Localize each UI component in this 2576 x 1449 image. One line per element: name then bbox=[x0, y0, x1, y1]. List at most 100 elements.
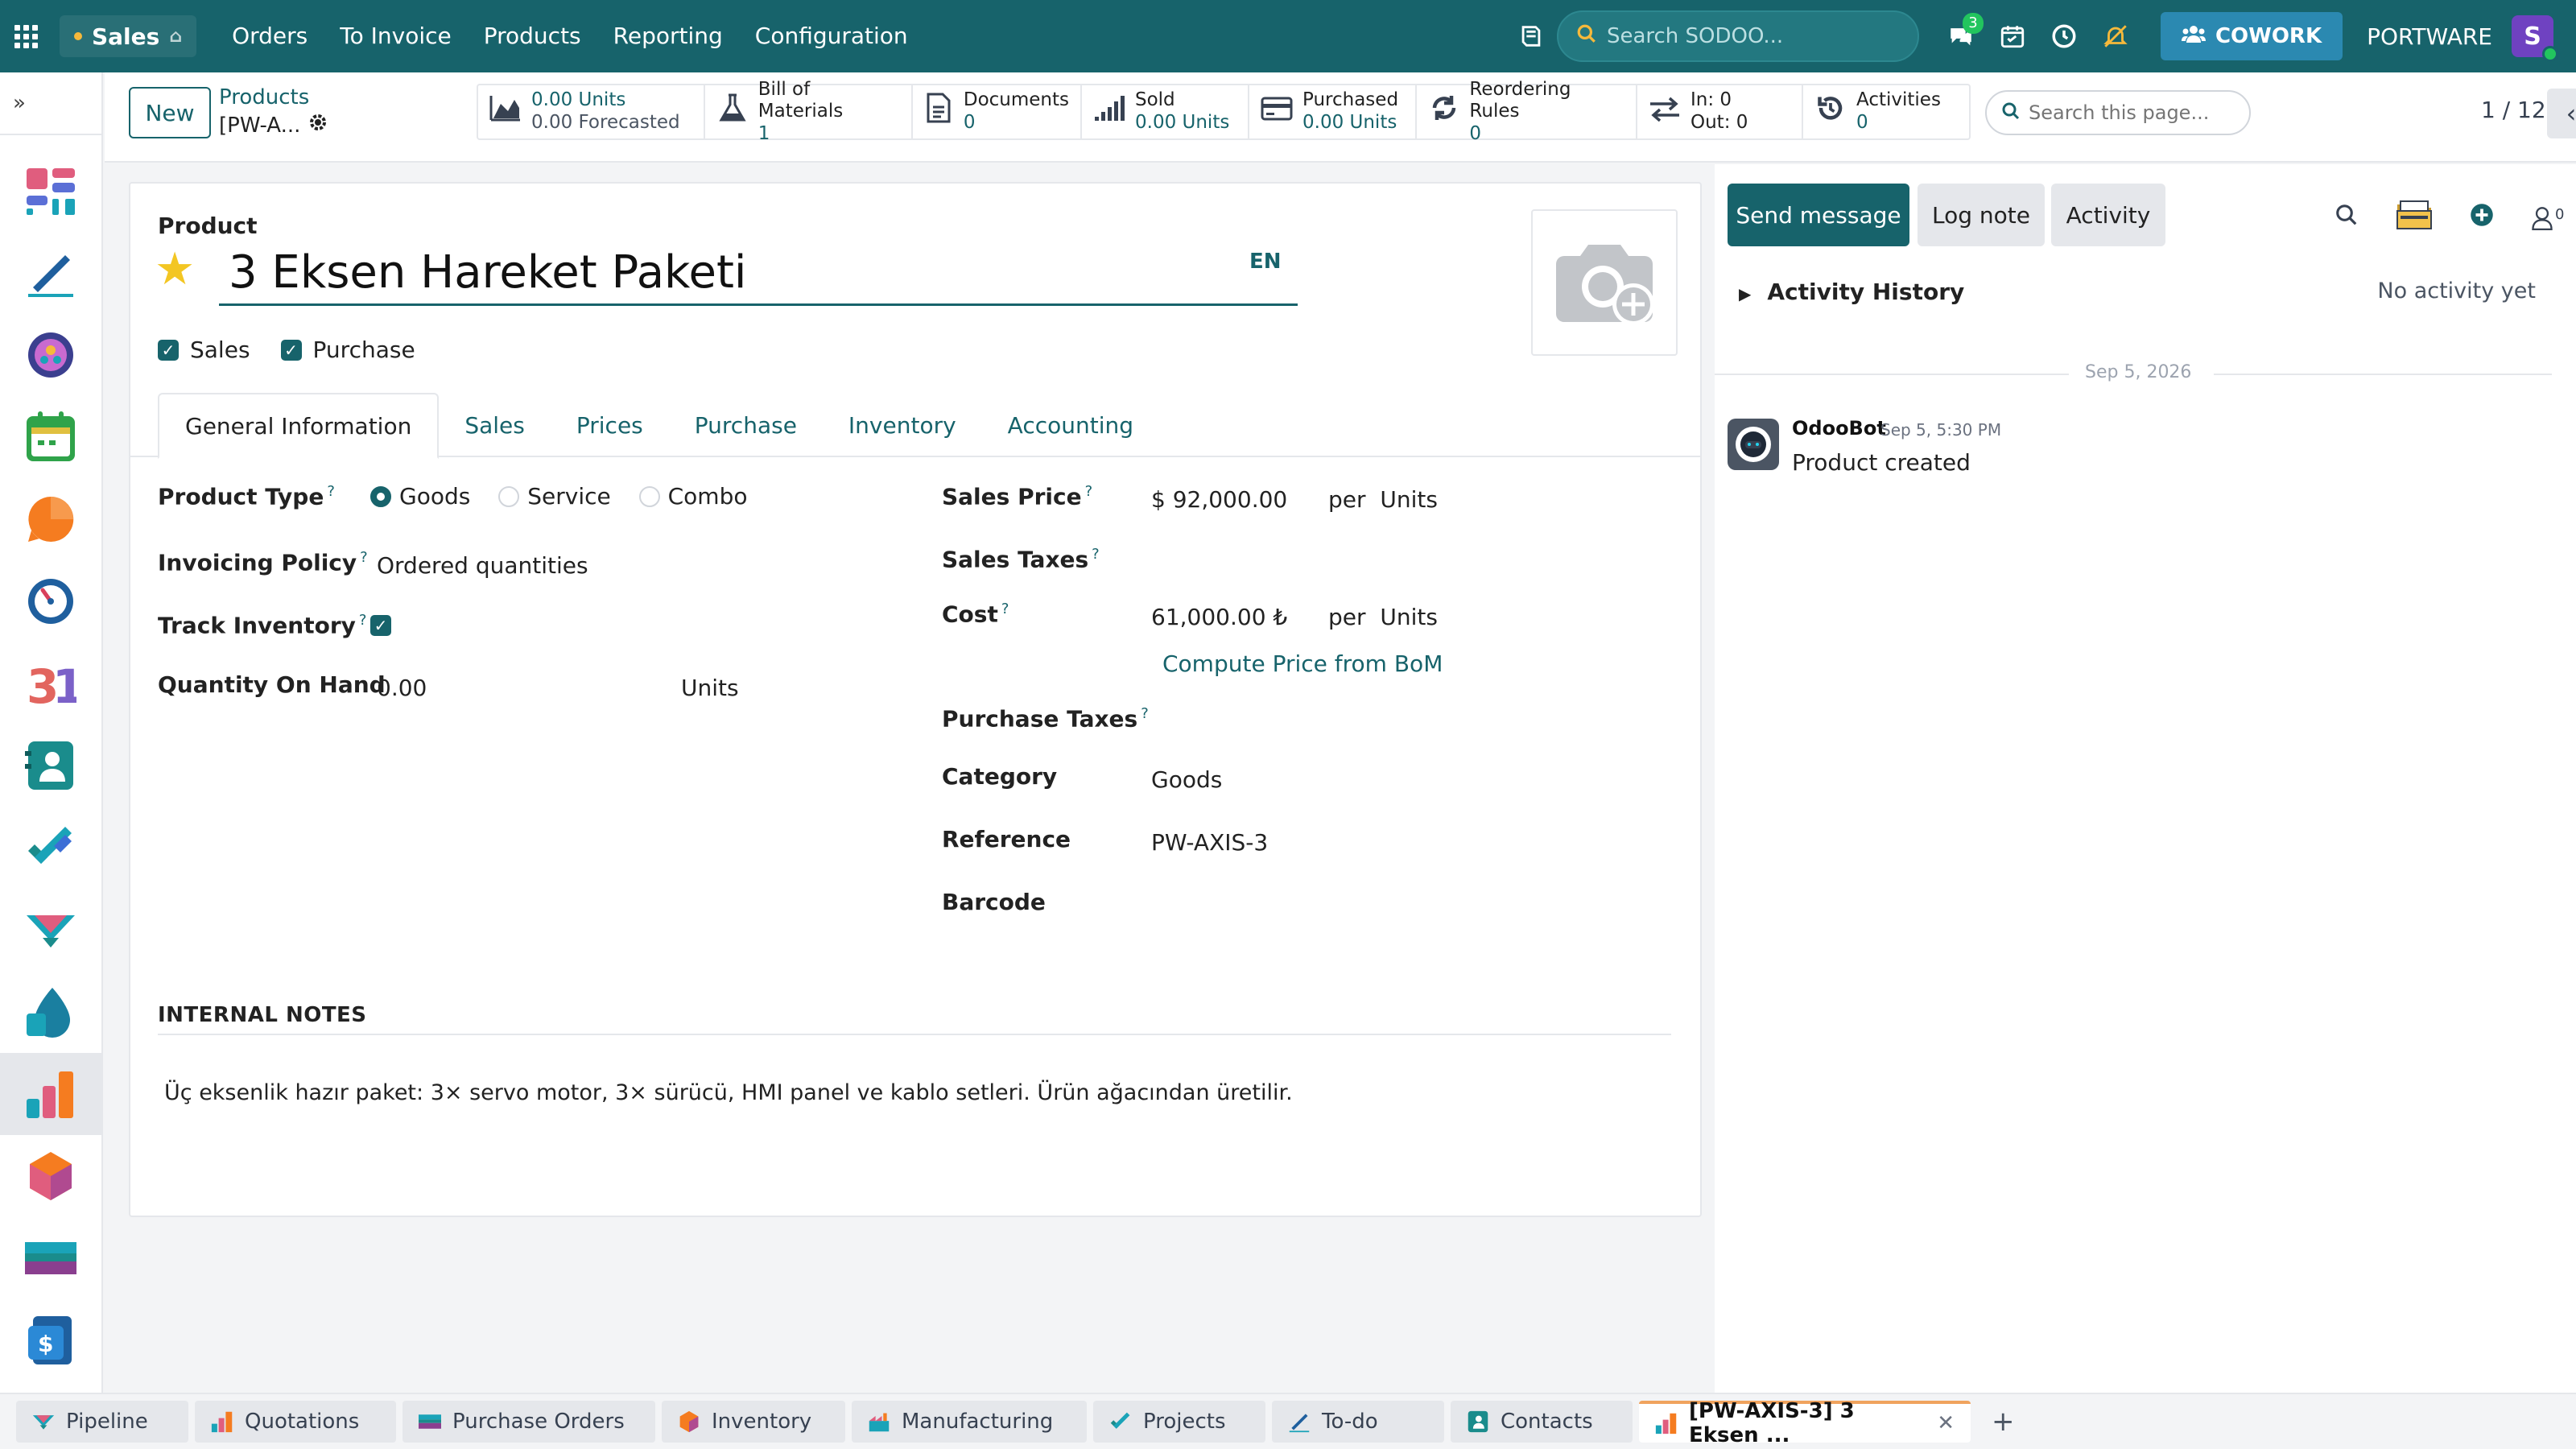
radio-service[interactable]: Service bbox=[498, 483, 611, 510]
apps-menu-icon[interactable] bbox=[0, 0, 52, 72]
sidebar-expand-icon[interactable]: » bbox=[0, 72, 101, 135]
sidebar-app-planning[interactable] bbox=[0, 396, 102, 478]
tab-prices[interactable]: Prices bbox=[551, 393, 669, 457]
favorite-star-icon[interactable]: ★ bbox=[155, 243, 195, 295]
menu-reporting[interactable]: Reporting bbox=[597, 0, 739, 72]
sidebar-app-contacts[interactable] bbox=[0, 724, 102, 807]
smart-button-reordering[interactable]: Reordering Rules 0 bbox=[1417, 79, 1637, 144]
chat-icon[interactable]: 3 bbox=[1935, 0, 1987, 72]
bell-off-icon[interactable] bbox=[2090, 0, 2141, 72]
taskbar-tab-contacts[interactable]: Contacts bbox=[1451, 1401, 1633, 1443]
smart-button-activities[interactable]: Activities 0 bbox=[1803, 85, 1969, 138]
invoicing-policy-select[interactable]: Ordered quantities bbox=[377, 552, 588, 579]
smart-button-bom[interactable]: Bill of Materials 1 bbox=[705, 79, 913, 144]
followers-icon[interactable]: 0 bbox=[2531, 206, 2564, 230]
sidebar-app-discuss[interactable] bbox=[0, 478, 102, 560]
sidebar-app-timesheets[interactable] bbox=[0, 560, 102, 642]
category-value[interactable]: Goods bbox=[1151, 766, 1222, 793]
cost-value[interactable]: 61,000.00 ₺ bbox=[1151, 604, 1287, 630]
new-button[interactable]: New bbox=[129, 87, 211, 138]
tab-inventory[interactable]: Inventory bbox=[823, 393, 982, 457]
area-chart-icon bbox=[489, 93, 522, 130]
page-search-input[interactable] bbox=[2029, 101, 2238, 124]
taskbar-tab-pipeline[interactable]: Pipeline bbox=[16, 1401, 188, 1443]
app-brand-button[interactable]: Sales ⌂ bbox=[60, 15, 197, 57]
smart-button-sold[interactable]: Sold 0.00 Units bbox=[1082, 85, 1249, 138]
user-avatar[interactable]: S bbox=[2512, 15, 2558, 62]
sidebar-app-sign[interactable] bbox=[0, 232, 102, 314]
sidebar-app-website[interactable] bbox=[0, 971, 102, 1053]
taskbar-tab-todo[interactable]: To-do bbox=[1272, 1401, 1444, 1443]
smart-button-in-out[interactable]: In: 0 Out: 0 bbox=[1637, 85, 1803, 138]
taskbar-tab-purchase-orders[interactable]: Purchase Orders bbox=[402, 1401, 655, 1443]
global-search[interactable] bbox=[1556, 10, 1919, 62]
tab-general-information[interactable]: General Information bbox=[158, 393, 440, 459]
page-search[interactable] bbox=[1985, 90, 2251, 135]
close-tab-icon[interactable]: ✕ bbox=[1937, 1411, 1955, 1435]
sidebar-app-crm[interactable] bbox=[0, 889, 102, 971]
taskbar-tab-inventory[interactable]: Inventory bbox=[662, 1401, 845, 1443]
chatter-search-icon[interactable] bbox=[2334, 203, 2359, 233]
attachment-folder-icon[interactable] bbox=[2396, 200, 2433, 237]
sidebar-app-purchase[interactable] bbox=[0, 1217, 102, 1299]
tab-sales[interactable]: Sales bbox=[439, 393, 551, 457]
odoobot-avatar[interactable] bbox=[1728, 419, 1779, 470]
breadcrumb-products-link[interactable]: Products bbox=[219, 85, 328, 109]
taskbar-tab-manufacturing[interactable]: Manufacturing bbox=[852, 1401, 1087, 1443]
sidebar-app-community[interactable] bbox=[0, 314, 102, 396]
smart-button-documents[interactable]: Documents 0 bbox=[913, 85, 1082, 138]
sidebar-app-sales[interactable] bbox=[0, 1053, 102, 1135]
product-image-upload[interactable] bbox=[1531, 209, 1678, 356]
menu-orders[interactable]: Orders bbox=[216, 0, 324, 72]
company-switcher[interactable]: PORTWARE bbox=[2367, 23, 2492, 50]
reference-value[interactable]: PW-AXIS-3 bbox=[1151, 829, 1268, 856]
gear-icon[interactable] bbox=[308, 113, 328, 138]
menu-configuration[interactable]: Configuration bbox=[739, 0, 924, 72]
smart-button-forecast[interactable]: 0.00 Units 0.00 Forecasted bbox=[478, 85, 705, 138]
tab-accounting[interactable]: Accounting bbox=[982, 393, 1159, 457]
tab-purchase[interactable]: Purchase bbox=[669, 393, 823, 457]
sales-checkbox[interactable]: ✓ bbox=[158, 339, 179, 361]
taskbar-tab-current-product[interactable]: [PW-AXIS-3] 3 Eksen ... ✕ bbox=[1639, 1399, 1971, 1447]
menu-products[interactable]: Products bbox=[468, 0, 597, 72]
product-name-field[interactable]: 3 Eksen Hareket Paketi bbox=[219, 242, 1298, 306]
app-name: Sales bbox=[92, 23, 160, 50]
clock-icon[interactable] bbox=[2038, 0, 2090, 72]
cowork-button[interactable]: COWORK bbox=[2160, 12, 2343, 60]
internal-notes-text[interactable]: Üç eksenlik hazır paket: 3× servo motor,… bbox=[164, 1080, 1293, 1105]
menu-to-invoice[interactable]: To Invoice bbox=[324, 0, 467, 72]
global-search-input[interactable] bbox=[1606, 24, 1897, 48]
qty-on-hand-label: Quantity On Hand bbox=[158, 671, 386, 698]
sales-price-per: per Units bbox=[1328, 486, 1438, 513]
activity-button[interactable]: Activity bbox=[2051, 184, 2165, 246]
purchase-checkbox[interactable]: ✓ bbox=[280, 339, 302, 361]
sidebar-app-dashboards[interactable] bbox=[0, 150, 102, 232]
sidebar-app-inventory[interactable] bbox=[0, 1135, 102, 1217]
add-follower-icon[interactable] bbox=[2470, 203, 2494, 233]
sidebar-app-invoicing[interactable]: $ bbox=[0, 1299, 102, 1381]
avatar-initial: S bbox=[2524, 22, 2541, 51]
compute-price-from-bom-link[interactable]: Compute Price from BoM bbox=[1162, 650, 1443, 677]
activity-history-toggle[interactable]: ▶ Activity History bbox=[1739, 279, 1964, 305]
message-author[interactable]: OdooBot bbox=[1792, 417, 1886, 440]
form-tabs: General Information Sales Prices Purchas… bbox=[130, 393, 1700, 459]
qty-on-hand-value[interactable]: 0.00 bbox=[377, 675, 427, 701]
log-note-button[interactable]: Log note bbox=[1918, 184, 2045, 246]
add-tab-icon[interactable]: + bbox=[1992, 1406, 2015, 1438]
knowledge-book-icon[interactable] bbox=[1505, 0, 1557, 72]
radio-combo[interactable]: Combo bbox=[638, 483, 748, 510]
sales-price-value[interactable]: $ 92,000.00 bbox=[1151, 486, 1287, 513]
language-button[interactable]: EN bbox=[1249, 250, 1282, 274]
barcode-input[interactable] bbox=[1151, 889, 1650, 921]
radio-goods[interactable]: Goods bbox=[370, 483, 470, 510]
taskbar-tab-quotations[interactable]: Quotations bbox=[195, 1401, 396, 1443]
pager-previous-icon[interactable]: ‹ bbox=[2547, 89, 2576, 138]
calendar-icon[interactable] bbox=[1987, 0, 2038, 72]
track-inventory-checkbox[interactable]: ✓ bbox=[370, 615, 391, 636]
sidebar-app-project[interactable] bbox=[0, 807, 102, 889]
smart-button-purchased[interactable]: Purchased 0.00 Units bbox=[1249, 85, 1417, 138]
refresh-icon bbox=[1428, 93, 1459, 131]
sidebar-app-calendar[interactable]: 31 bbox=[0, 642, 102, 724]
send-message-button[interactable]: Send message bbox=[1728, 184, 1909, 246]
taskbar-tab-projects[interactable]: Projects bbox=[1093, 1401, 1265, 1443]
